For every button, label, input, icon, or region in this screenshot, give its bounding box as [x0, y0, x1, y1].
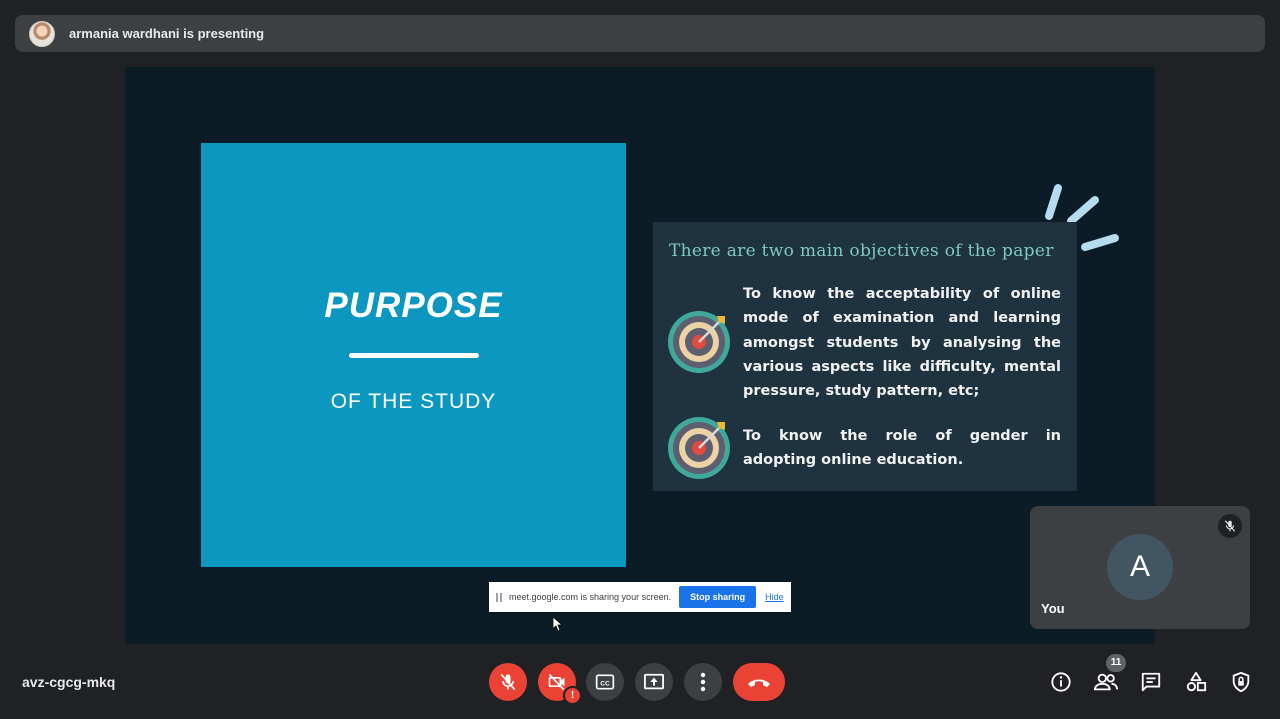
sharing-message: meet.google.com is sharing your screen.	[509, 592, 672, 602]
screen-sharing-bar: meet.google.com is sharing your screen. …	[489, 582, 791, 612]
presenter-banner: armania wardhani is presenting	[15, 15, 1265, 52]
people-icon	[1094, 673, 1118, 691]
host-controls-icon	[1232, 671, 1250, 693]
mic-toggle-button[interactable]	[489, 663, 527, 701]
camera-toggle-button[interactable]: !	[538, 663, 582, 705]
target-icon	[668, 311, 730, 373]
meeting-details-button[interactable]	[1048, 669, 1074, 695]
self-video-tile[interactable]: A You	[1030, 506, 1250, 629]
slide-title-card: PURPOSE OF THE STUDY	[201, 143, 626, 567]
shared-screen: PURPOSE OF THE STUDY There are two main …	[125, 67, 1155, 644]
target-icon	[668, 417, 730, 479]
people-button[interactable]	[1093, 669, 1119, 695]
presenter-avatar	[29, 20, 55, 47]
presenter-text: armania wardhani is presenting	[69, 26, 265, 41]
hide-link[interactable]: Hide	[765, 592, 784, 602]
info-icon	[1051, 672, 1071, 692]
svg-text:CC: CC	[600, 680, 610, 687]
captions-icon: CC	[595, 674, 615, 690]
slide-title-divider	[349, 353, 479, 358]
call-end-icon	[748, 679, 770, 687]
mic-off-icon	[500, 673, 516, 691]
camera-warning-icon: !	[563, 686, 582, 705]
chat-button[interactable]	[1138, 669, 1164, 695]
more-vert-icon	[700, 672, 706, 692]
drag-handle-icon[interactable]	[496, 592, 502, 602]
objectives-panel: There are two main objectives of the pap…	[653, 222, 1077, 491]
mic-off-icon	[1218, 514, 1242, 538]
objective-1: To know the acceptability of online mode…	[743, 286, 1061, 400]
mouse-cursor-icon	[553, 617, 563, 631]
slide-subtitle: OF THE STUDY	[330, 390, 497, 413]
activities-button[interactable]	[1183, 669, 1209, 695]
host-controls-button[interactable]	[1228, 669, 1254, 695]
leave-call-button[interactable]	[733, 663, 785, 701]
present-screen-icon	[644, 673, 664, 690]
slide-title: PURPOSE	[324, 286, 503, 325]
meeting-code: avz-cgcg-mkq	[22, 674, 116, 690]
more-options-button[interactable]	[684, 663, 722, 701]
participant-count-badge: 11	[1106, 654, 1126, 672]
chat-icon	[1141, 672, 1161, 692]
captions-button[interactable]: CC	[586, 663, 624, 701]
objectives-heading: There are two main objectives of the pap…	[669, 241, 1054, 261]
present-now-button[interactable]	[635, 663, 673, 701]
objective-2: To know the role of gender in adopting o…	[743, 428, 1061, 469]
self-name: You	[1041, 601, 1065, 616]
stop-sharing-button[interactable]: Stop sharing	[679, 586, 757, 608]
self-avatar: A	[1107, 534, 1173, 600]
activities-icon	[1186, 671, 1207, 692]
